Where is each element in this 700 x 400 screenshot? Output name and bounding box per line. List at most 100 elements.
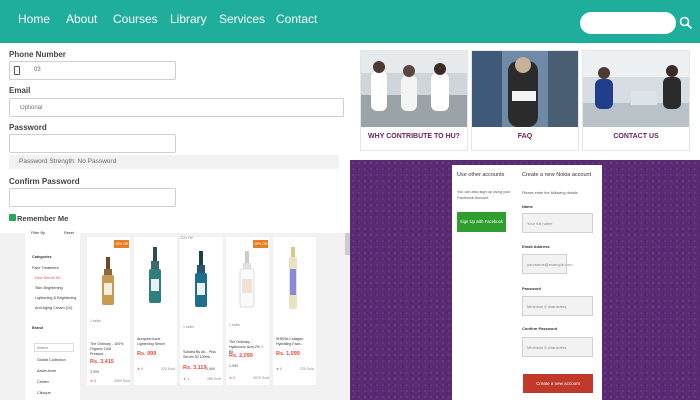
product-sold: 3975 Sold bbox=[253, 376, 269, 380]
product-price: Rs. 3,415 bbox=[90, 359, 114, 365]
password-field[interactable] bbox=[9, 134, 176, 153]
product-sold: 3999 Sold bbox=[114, 379, 130, 383]
product-price: Rs. 999 bbox=[137, 351, 157, 357]
brand-heading: Brand bbox=[32, 326, 43, 330]
filter-by-label: Filter By bbox=[31, 231, 45, 235]
categories-heading: Categories bbox=[32, 255, 52, 259]
nokia-confirm-label: Confirm Password bbox=[522, 326, 558, 331]
lab-photo bbox=[361, 51, 467, 127]
nav-about-link[interactable]: About bbox=[66, 12, 97, 26]
name-label: Name bbox=[522, 204, 533, 209]
panel-label: FAQ bbox=[517, 133, 533, 140]
facebook-hint: You can also sign up using your Facebook… bbox=[457, 190, 511, 200]
library-photo bbox=[472, 51, 578, 127]
product-name[interactable]: Aurapeel Acne Lightening Serum bbox=[137, 337, 175, 347]
product-name[interactable]: Solidea By Ali... Plus Serum 30 100ml... bbox=[183, 350, 221, 360]
product-image bbox=[102, 257, 114, 305]
product-price: Rs. 3,119 bbox=[183, 365, 207, 371]
panel-label: CONTACT US bbox=[613, 133, 659, 140]
product-card[interactable]: 15% Off 1 seller The Ordinary - 100% Org… bbox=[87, 237, 130, 385]
phone-field[interactable]: 03 bbox=[9, 61, 176, 80]
remember-checkbox[interactable] bbox=[9, 214, 16, 221]
remember-label: Remember Me bbox=[17, 214, 69, 223]
top-nav: Home About Courses Library Services Cont… bbox=[0, 0, 700, 43]
product-card[interactable]: SHENA Collagen Hydrating Face... Rs. 1,0… bbox=[273, 237, 316, 385]
nokia-password-field[interactable]: Minimum 6 characters bbox=[522, 296, 593, 316]
email-field[interactable] bbox=[9, 98, 344, 117]
signup-form: Phone Number 03 Email Password Confirm P… bbox=[0, 43, 350, 233]
product-rating: ★ 0 bbox=[90, 379, 97, 383]
product-name[interactable]: SHENA Collagen Hydrating Face... bbox=[276, 337, 314, 347]
product-sold: 220 Sold bbox=[300, 367, 314, 371]
product-sold: 285 Sold bbox=[207, 377, 221, 381]
facebook-signup-button[interactable]: Sign Up with Facebook bbox=[457, 212, 506, 232]
category-item[interactable]: Skin Brightening bbox=[35, 286, 63, 290]
discount-badge: 15% Off bbox=[114, 240, 129, 248]
product-card[interactable]: Aurapeel Acne Lightening Serum Rs. 999 ★… bbox=[134, 237, 177, 385]
brand-item[interactable]: Cetirex bbox=[37, 380, 49, 384]
panel-why-contribute[interactable]: WHY CONTRIBUTE TO HU? bbox=[360, 50, 468, 151]
discount-badge: 25% Off bbox=[253, 240, 268, 248]
category-item[interactable]: Face Treatment bbox=[32, 266, 59, 270]
name-field[interactable]: Your full name bbox=[522, 213, 593, 233]
nokia-signup-card: Use other accounts You can also sign up … bbox=[452, 165, 602, 400]
product-top-note: 21% Off bbox=[180, 236, 193, 240]
product-image bbox=[289, 247, 297, 309]
product-rating: ★ 1 bbox=[183, 377, 190, 381]
product-old-price: 3,999 bbox=[90, 370, 99, 374]
brand-item[interactable]: Aadhi Acne bbox=[37, 369, 56, 373]
nav-contact-link[interactable]: Contact bbox=[276, 12, 317, 26]
phone-icon bbox=[14, 66, 20, 75]
email-address-field[interactable]: yourname@example.com bbox=[522, 254, 573, 274]
create-account-button[interactable]: Create a new account bbox=[523, 374, 593, 393]
product-price: Rs. 1,099 bbox=[276, 351, 300, 357]
product-rating: ★ 0 bbox=[229, 376, 236, 380]
product-name[interactable]: The Ordinary - 100% Organic Cold Pressed… bbox=[90, 342, 128, 357]
product-old-price: 3,969 bbox=[206, 367, 215, 371]
email-label: Email bbox=[9, 86, 31, 95]
brand-search-input[interactable] bbox=[34, 343, 74, 352]
confirm-password-label: Confirm Password bbox=[9, 177, 80, 186]
password-label: Password bbox=[9, 123, 47, 132]
password-strength: Password Strength: No Password bbox=[9, 155, 339, 169]
product-card[interactable]: 25% Off 1 seller The Ordinary - Hyaluron… bbox=[226, 237, 269, 385]
product-card[interactable]: 21% Off 1 seller Solidea By Ali... Plus … bbox=[180, 236, 223, 385]
product-rating: ★ 0 bbox=[276, 367, 283, 371]
product-note: 1 seller bbox=[90, 319, 102, 323]
nav-search-input[interactable] bbox=[580, 12, 676, 34]
nokia-password-label: Password bbox=[522, 286, 541, 291]
brand-item[interactable]: Clinique bbox=[37, 391, 51, 395]
category-item[interactable]: Anti Aging Cream (10) bbox=[35, 306, 72, 310]
info-panels: WHY CONTRIBUTE TO HU? FAQ CONTACT US bbox=[360, 50, 690, 151]
category-item[interactable]: Lightening & Brightening bbox=[35, 296, 76, 300]
product-note: 1 seller bbox=[183, 325, 195, 329]
product-image bbox=[195, 251, 207, 307]
email-address-label: Email Address bbox=[522, 244, 550, 249]
filter-reset-link[interactable]: Reset bbox=[64, 231, 74, 235]
confirm-password-field[interactable] bbox=[9, 188, 176, 207]
students-photo bbox=[583, 51, 689, 127]
panel-faq[interactable]: FAQ bbox=[471, 50, 579, 151]
panel-label: WHY CONTRIBUTE TO HU? bbox=[368, 133, 460, 140]
create-account-title: Create a new Nokia account bbox=[522, 172, 592, 178]
product-image bbox=[239, 251, 255, 308]
product-price: Rs. 2,099 bbox=[229, 353, 253, 359]
panel-contact-us[interactable]: CONTACT US bbox=[582, 50, 690, 151]
nokia-confirm-field[interactable]: Minimum 6 characters bbox=[522, 337, 593, 357]
nav-services-link[interactable]: Services bbox=[219, 12, 265, 26]
nav-library-link[interactable]: Library bbox=[170, 12, 207, 26]
page: Home About Courses Library Services Cont… bbox=[0, 0, 700, 400]
product-note: 1 seller bbox=[229, 323, 241, 327]
product-rating: ★ 0 bbox=[137, 367, 144, 371]
category-item[interactable]: New Serum Kit bbox=[35, 276, 60, 280]
product-image bbox=[149, 247, 161, 303]
details-hint: Please enter the following details bbox=[522, 191, 578, 195]
brand-item[interactable]: Global Collection bbox=[37, 358, 66, 362]
product-sold: 220 Sold bbox=[161, 367, 175, 371]
nav-home-link[interactable]: Home bbox=[18, 12, 50, 26]
phone-label: Phone Number bbox=[9, 50, 66, 59]
nav-courses-link[interactable]: Courses bbox=[113, 12, 158, 26]
search-icon[interactable] bbox=[679, 16, 693, 30]
other-accounts-title: Use other accounts bbox=[457, 172, 505, 178]
product-old-price: 2,999 bbox=[229, 364, 238, 368]
